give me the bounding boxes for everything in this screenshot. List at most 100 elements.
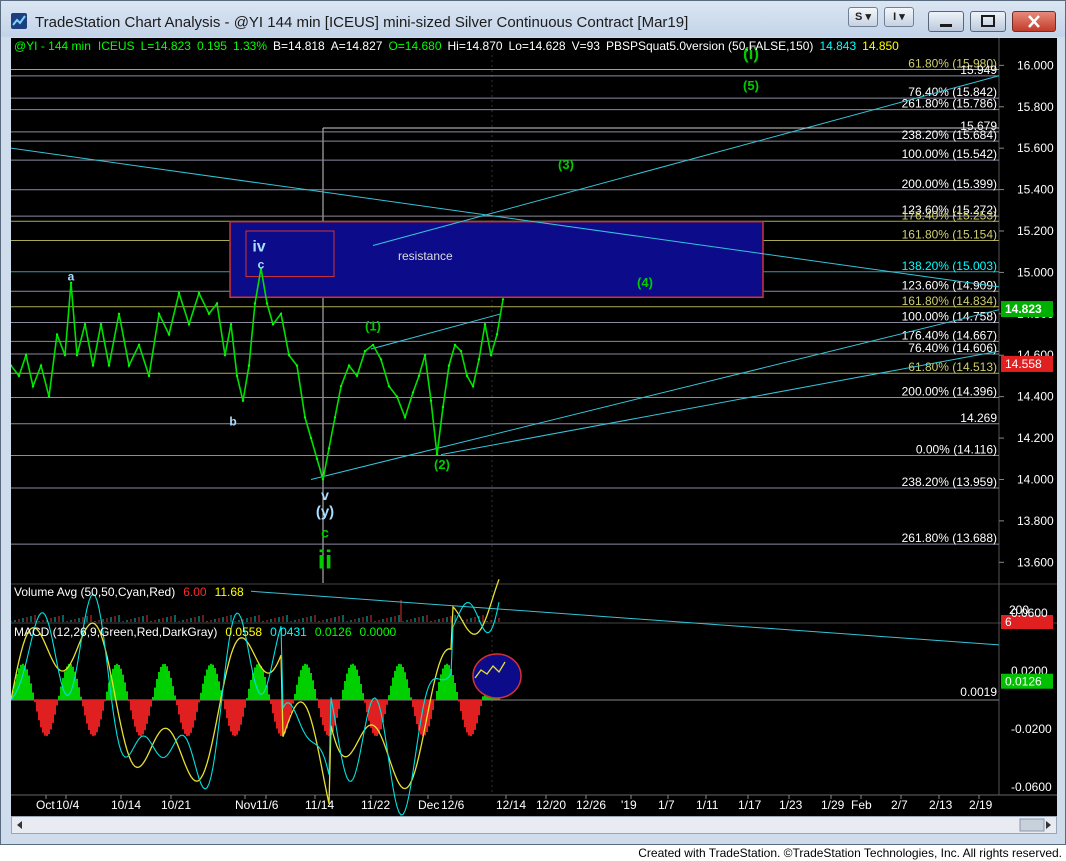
window-title: TradeStation Chart Analysis - @YI 144 mi… [35,14,689,31]
resistance-zone[interactable] [229,220,764,299]
price-point [379,358,383,361]
price-point [303,416,307,419]
price-header-field: 14.843 [819,39,856,53]
price-point [47,395,51,398]
price-axis-label: 13.800 [1017,514,1054,528]
fib-level-label: 76.40% (14.606) [908,341,997,355]
time-axis-label: 1/17 [738,798,762,812]
macd-axis-label: 0.0600 [1011,606,1048,620]
close-icon [1028,15,1040,28]
fib-level-label: 0.00% (14.116) [916,442,997,456]
time-axis-label: 11/14 [305,798,334,812]
volume-header-field: 6.00 [183,585,207,599]
price-point [99,323,103,326]
time-axis-label: 1/23 [779,798,803,812]
time-axis-label: Oct [36,798,55,812]
resistance-label: resistance [398,249,453,263]
price-point [395,395,399,398]
scrollbar-thumb[interactable] [1019,818,1045,832]
macd-header-field: 0.0126 [315,625,352,639]
price-point [347,364,351,367]
wave-label: ii [318,545,332,575]
fib-level-label: 161.80% (15.154) [902,228,997,242]
fib-level-label: 176.40% (15.253) [902,208,997,222]
price-axis-label: 14.400 [1017,390,1054,404]
i-menu-label: I [893,11,897,23]
price-point [197,291,201,295]
maximize-button[interactable] [970,11,1006,32]
price-point [501,298,505,301]
macd-value-label: 0.0126 [1005,675,1042,689]
price-point [495,333,499,336]
time-axis-label: 11/22 [361,798,390,812]
time-axis-label: 12/6 [441,798,465,812]
price-point [63,354,67,357]
s-menu-button[interactable]: S ▾ [848,7,878,27]
minimize-button[interactable] [928,11,964,32]
price-point [339,385,343,388]
price-axis-label: 14.000 [1017,472,1054,486]
price-point [241,399,245,402]
price-point [271,323,275,326]
time-axis-label: 12/14 [496,798,526,812]
fib-level-label: 15.949 [960,63,997,77]
price-point [177,291,181,295]
scroll-right-icon[interactable] [1046,821,1051,829]
price-point [441,405,445,409]
price-axis-label: 14.200 [1017,431,1054,445]
price-header-field: ICEUS [98,39,135,53]
price-series-line [11,268,504,480]
price-point [309,436,313,440]
trend-line [310,309,1000,480]
wave-label: b [229,415,236,429]
price-header-field: L=14.823 [141,39,192,53]
wave-label: (5) [743,78,759,93]
price-point [167,333,171,336]
price-point [411,391,415,394]
title-bar[interactable]: TradeStation Chart Analysis - @YI 144 mi… [1,1,1065,37]
price-point [91,364,95,367]
time-axis-label: 1/11 [696,798,719,812]
macd-axis-label: -0.0600 [1011,780,1052,794]
volume-header-field: Volume Avg (50,50,Cyan,Red) [14,585,175,599]
time-axis-label: 12/26 [576,798,606,812]
wave-label: (y) [316,504,334,521]
price-chart[interactable]: 61.80% (15.980)15.94976.40% (15.842)261.… [11,38,1057,818]
tradestation-app-icon [11,13,27,29]
price-axis-label: 15.000 [1017,265,1054,279]
price-point [471,385,475,388]
scroll-left-icon[interactable] [17,821,22,829]
time-axis-label: 2/13 [929,798,953,812]
price-point [435,453,439,456]
price-point [363,349,367,353]
time-axis-label: 1/29 [821,798,845,812]
fib-level-label: 138.20% (15.003) [902,259,997,273]
price-header-field: 14.850 [862,39,899,53]
close-button[interactable] [1012,11,1056,32]
price-point [83,323,87,326]
time-axis-label: Nov [235,798,256,812]
price-point [321,478,325,481]
horizontal-scrollbar[interactable] [11,816,1057,834]
time-axis-label: 12/20 [536,798,566,812]
copyright-text: Created with TradeStation. ©TradeStation… [638,846,1062,860]
price-header-field: O=14.680 [388,39,441,53]
price-header-field: Hi=14.870 [448,39,503,53]
s-menu-label: S [855,11,863,23]
price-point [187,323,191,326]
chevron-down-icon: ▾ [865,11,871,23]
price-point [423,354,427,357]
i-menu-button[interactable]: I ▾ [884,7,914,27]
price-label-red: 14.558 [1005,357,1042,371]
maximize-icon [981,15,995,27]
wave-label: (1) [365,318,381,333]
price-point [55,333,59,336]
chart-area[interactable]: 61.80% (15.980) 15.949 76.40% (15.842) 261.… [11,38,1057,818]
price-point [127,364,131,367]
wave-label: c [321,524,329,540]
fib-level-label: 100.00% (14.758) [902,310,997,324]
wave-label: a [68,270,75,284]
macd-highlight-circle [472,653,522,699]
minimize-icon [940,24,952,27]
price-point [403,416,407,419]
